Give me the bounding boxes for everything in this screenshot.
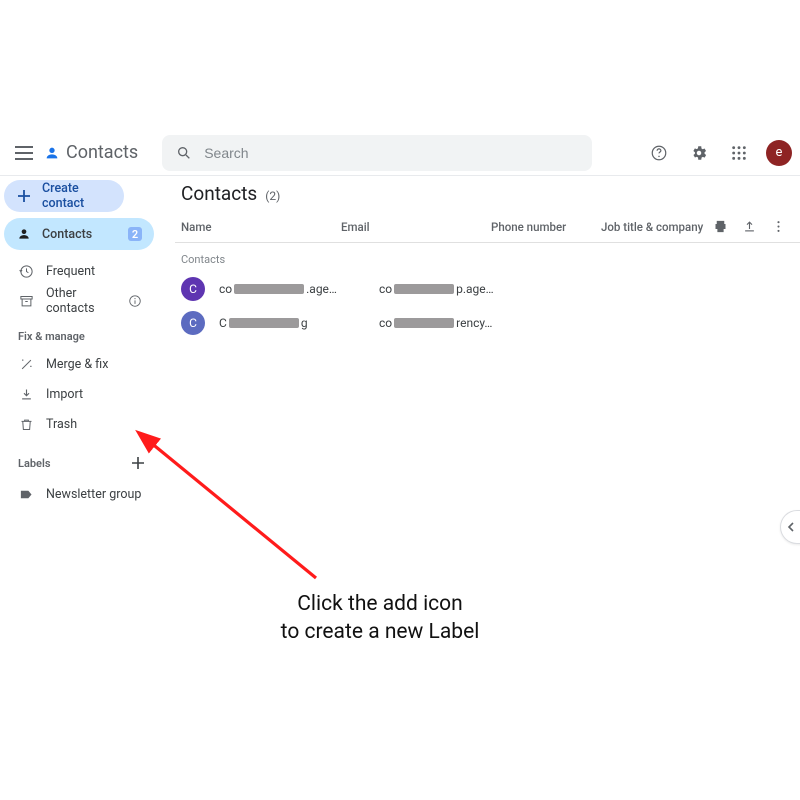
topbar-actions: e bbox=[646, 140, 792, 166]
annotation-text: Click the add icon to create a new Label bbox=[250, 590, 510, 647]
cell-name: co.age… bbox=[219, 282, 379, 296]
search-bar[interactable] bbox=[162, 135, 592, 171]
table-row[interactable]: Cco.age…cop.age… bbox=[175, 272, 800, 306]
plus-icon bbox=[16, 188, 32, 204]
sidebar-item-trash[interactable]: Trash bbox=[4, 409, 156, 439]
sidebar-item-other-contacts[interactable]: Other contacts bbox=[4, 286, 156, 316]
search-input[interactable] bbox=[204, 145, 578, 161]
sidebar-item-label: Import bbox=[46, 387, 83, 402]
sidebar-item-import[interactable]: Import bbox=[4, 379, 156, 409]
info-icon[interactable] bbox=[128, 294, 142, 308]
add-label-button[interactable] bbox=[128, 453, 148, 473]
create-contact-label: Create contact bbox=[42, 181, 112, 211]
labels-header: Labels bbox=[18, 457, 50, 470]
table-row[interactable]: C Cgcorency… bbox=[175, 306, 800, 340]
group-header: Contacts bbox=[175, 243, 800, 272]
cell-email: corency… bbox=[379, 316, 529, 330]
help-icon[interactable] bbox=[646, 140, 672, 166]
search-icon bbox=[176, 145, 192, 161]
sidebar-label-item[interactable]: Newsletter group bbox=[4, 479, 156, 509]
person-icon bbox=[16, 226, 32, 242]
contacts-count-badge: 2 bbox=[128, 227, 142, 241]
contact-rows: Cco.age…cop.age…CCgcorency… bbox=[175, 272, 800, 340]
apps-grid-icon[interactable] bbox=[726, 140, 752, 166]
sidebar-item-label: Trash bbox=[46, 417, 77, 432]
export-icon[interactable] bbox=[742, 219, 757, 234]
sidebar-item-contacts[interactable]: Contacts 2 bbox=[4, 218, 154, 250]
sidebar-item-label: Newsletter group bbox=[46, 487, 141, 502]
labels-header-row: Labels bbox=[4, 439, 156, 479]
sidebar-item-label: Frequent bbox=[46, 264, 95, 279]
page-title: Contacts (2) bbox=[175, 180, 800, 215]
sidebar-item-label: Other contacts bbox=[46, 286, 116, 316]
col-phone: Phone number bbox=[491, 220, 601, 234]
settings-gear-icon[interactable] bbox=[686, 140, 712, 166]
magic-wand-icon bbox=[18, 356, 34, 372]
archive-box-icon bbox=[18, 293, 34, 309]
sidebar-item-label: Contacts bbox=[42, 227, 92, 242]
col-name: Name bbox=[181, 220, 341, 234]
annotation-line2: to create a new Label bbox=[250, 618, 510, 646]
download-icon bbox=[18, 386, 34, 402]
more-vert-icon[interactable] bbox=[771, 219, 786, 234]
brand-text: Contacts bbox=[66, 142, 138, 163]
sidebar: Create contact Contacts 2 Frequent Other… bbox=[0, 176, 160, 509]
contact-avatar: C bbox=[181, 277, 205, 301]
page-title-text: Contacts bbox=[181, 182, 257, 205]
cell-email: cop.age… bbox=[379, 282, 529, 296]
col-email: Email bbox=[341, 220, 491, 234]
fix-manage-header: Fix & manage bbox=[4, 316, 156, 349]
label-tag-icon bbox=[18, 486, 34, 502]
create-contact-button[interactable]: Create contact bbox=[4, 180, 124, 212]
column-headers: Name Email Phone number Job title & comp… bbox=[175, 215, 800, 243]
col-job: Job title & company bbox=[601, 220, 713, 234]
cell-name: Cg bbox=[219, 316, 379, 330]
brand: Contacts bbox=[44, 142, 138, 163]
page-title-count: (2) bbox=[265, 189, 280, 203]
list-actions bbox=[713, 219, 794, 234]
print-icon[interactable] bbox=[713, 219, 728, 234]
hamburger-menu-icon[interactable] bbox=[12, 141, 36, 165]
content: Create contact Contacts 2 Frequent Other… bbox=[0, 176, 800, 800]
history-icon bbox=[18, 263, 34, 279]
sidebar-item-frequent[interactable]: Frequent bbox=[4, 256, 156, 286]
contacts-logo-icon bbox=[44, 145, 60, 161]
topbar: Contacts e bbox=[0, 130, 800, 176]
annotation-line1: Click the add icon bbox=[250, 590, 510, 618]
sidebar-item-merge-fix[interactable]: Merge & fix bbox=[4, 349, 156, 379]
trash-icon bbox=[18, 416, 34, 432]
account-avatar[interactable]: e bbox=[766, 140, 792, 166]
sidebar-item-label: Merge & fix bbox=[46, 357, 108, 372]
main-panel: Contacts (2) Name Email Phone number Job… bbox=[175, 180, 800, 340]
contact-avatar: C bbox=[181, 311, 205, 335]
